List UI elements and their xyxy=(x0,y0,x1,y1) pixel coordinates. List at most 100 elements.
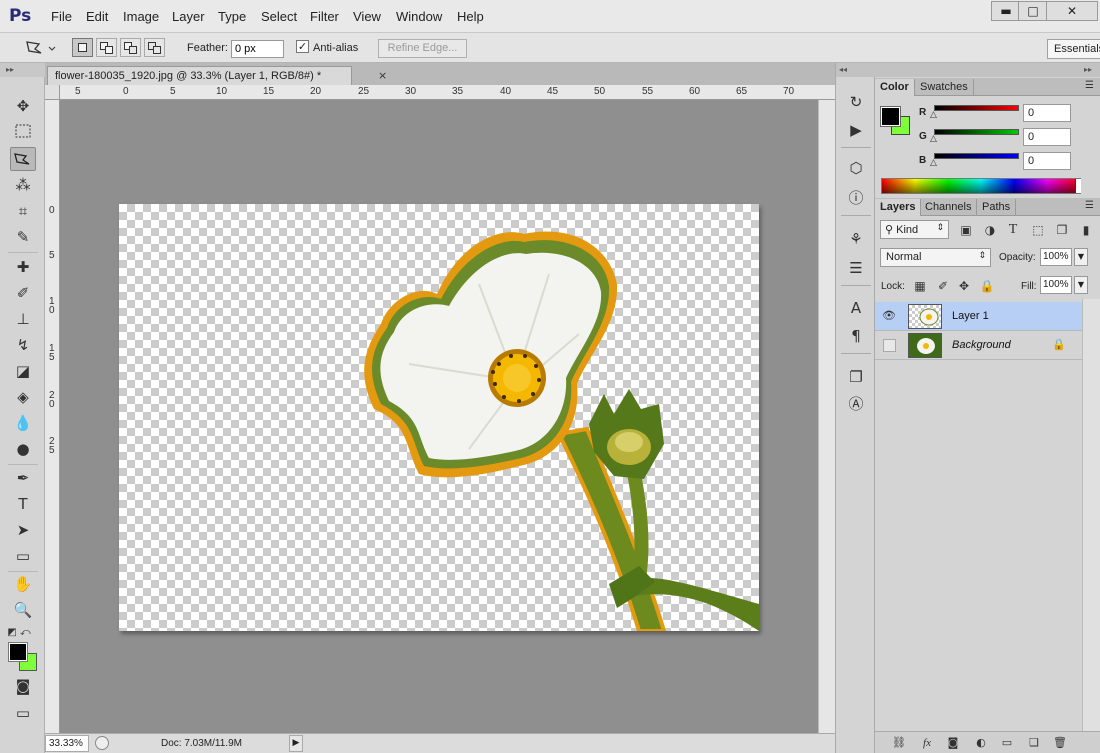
status-menu-arrow[interactable]: ▶ xyxy=(289,735,303,752)
pixel-filter-icon[interactable]: ▣ xyxy=(958,222,974,238)
eraser-tool-icon[interactable]: ◪ xyxy=(10,359,36,383)
canvas-vertical-scrollbar[interactable] xyxy=(818,100,835,733)
screen-mode-icon[interactable]: ▭ xyxy=(10,701,36,725)
swap-colors-icon[interactable]: ◩ ⤺ xyxy=(6,621,32,645)
lock-transparent-pixels-icon[interactable]: ▦ xyxy=(912,278,928,294)
subtract-selection-mode[interactable] xyxy=(120,38,141,57)
delete-layer-icon[interactable]: 🗑 xyxy=(1052,735,1068,751)
quick-mask-icon[interactable]: ◙ xyxy=(10,674,36,698)
character-styles-panel-icon[interactable]: Ⓐ xyxy=(845,393,867,415)
shape-filter-icon[interactable]: ⬚ xyxy=(1030,222,1046,238)
intersect-selection-mode[interactable] xyxy=(144,38,165,57)
add-mask-icon[interactable]: ◙ xyxy=(945,735,961,751)
new-layer-icon[interactable]: ❑ xyxy=(1026,735,1042,751)
foreground-color-swatch[interactable] xyxy=(8,642,28,662)
opacity-input[interactable]: 100% xyxy=(1040,248,1072,266)
anti-alias-checkbox[interactable]: ✓ xyxy=(296,40,309,53)
brush-presets-panel-icon[interactable]: ⚘ xyxy=(845,228,867,250)
fill-dropdown-icon[interactable]: ▼ xyxy=(1074,276,1088,294)
ruler-origin[interactable] xyxy=(45,85,60,100)
tab-paths[interactable]: Paths xyxy=(977,199,1017,216)
visibility-eye-icon[interactable]: 👁 xyxy=(882,310,896,322)
layers-panel-menu-icon[interactable]: ☰ xyxy=(1085,200,1094,211)
new-group-icon[interactable]: ▭ xyxy=(999,735,1015,751)
document-tab[interactable]: flower-180035_1920.jpg @ 33.3% (Layer 1,… xyxy=(47,66,352,85)
menu-edit[interactable]: Edit xyxy=(86,9,108,24)
hand-tool-icon[interactable]: ✋ xyxy=(10,572,36,596)
move-tool-icon[interactable]: ✥ xyxy=(10,94,36,118)
layer-row-background[interactable]: Background 🔒 xyxy=(875,331,1082,360)
blue-slider-thumb[interactable]: △ xyxy=(930,159,940,168)
zoom-tool-icon[interactable]: 🔍 xyxy=(10,598,36,622)
layer-name[interactable]: Layer 1 xyxy=(952,310,989,322)
blue-slider[interactable] xyxy=(934,153,1019,159)
color-panel-menu-icon[interactable]: ☰ xyxy=(1085,80,1094,91)
menu-image[interactable]: Image xyxy=(123,9,159,24)
menu-layer[interactable]: Layer xyxy=(172,9,205,24)
brush-tool-icon[interactable]: ✐ xyxy=(10,281,36,305)
layer-style-icon[interactable]: fx xyxy=(919,735,935,751)
lock-all-icon[interactable]: 🔒 xyxy=(979,278,995,294)
green-slider-thumb[interactable]: △ xyxy=(930,135,940,144)
tab-swatches[interactable]: Swatches xyxy=(915,79,974,96)
link-layers-icon[interactable]: ⛓ xyxy=(891,735,907,751)
red-slider-thumb[interactable]: △ xyxy=(930,111,940,120)
red-value-input[interactable]: 0 xyxy=(1023,104,1071,122)
tab-layers[interactable]: Layers xyxy=(875,199,922,216)
adjustments-panel-icon[interactable]: ☰ xyxy=(845,257,867,279)
visibility-toggle-empty[interactable] xyxy=(883,339,896,352)
paragraph-styles-panel-icon[interactable]: ❐ xyxy=(845,366,867,388)
paint-bucket-tool-icon[interactable]: ◈ xyxy=(10,385,36,409)
dodge-tool-icon[interactable]: ● xyxy=(10,437,36,461)
info-panel-icon[interactable]: ⓘ xyxy=(845,187,867,209)
magic-wand-tool-icon[interactable]: ⁂ xyxy=(10,173,36,197)
lock-image-pixels-icon[interactable]: ✐ xyxy=(935,278,951,294)
zoom-level-field[interactable]: 33.33% xyxy=(45,735,89,752)
menu-window[interactable]: Window xyxy=(396,9,442,24)
menu-help[interactable]: Help xyxy=(457,9,484,24)
color-panel-foreground-swatch[interactable] xyxy=(880,106,901,127)
menu-file[interactable]: File xyxy=(51,9,72,24)
refine-edge-button[interactable]: Refine Edge... xyxy=(378,39,467,58)
status-info-icon[interactable] xyxy=(95,736,109,750)
fill-input[interactable]: 100% xyxy=(1040,276,1072,294)
tools-collapse-handle[interactable]: ▸▸ xyxy=(0,63,45,77)
marquee-tool-icon[interactable] xyxy=(10,120,36,144)
document-canvas[interactable] xyxy=(119,204,759,633)
menu-type[interactable]: Type xyxy=(218,9,246,24)
actions-panel-icon[interactable]: ▶ xyxy=(845,119,867,141)
eyedropper-tool-icon[interactable]: ✎ xyxy=(10,225,36,249)
3d-panel-icon[interactable]: ⬡ xyxy=(845,157,867,179)
close-button[interactable]: ✕ xyxy=(1046,1,1098,21)
blue-value-input[interactable]: 0 xyxy=(1023,152,1071,170)
new-selection-mode[interactable] xyxy=(72,38,93,57)
green-value-input[interactable]: 0 xyxy=(1023,128,1071,146)
layers-scrollbar[interactable] xyxy=(1082,299,1100,731)
smart-object-filter-icon[interactable]: ❐ xyxy=(1054,222,1070,238)
feather-input[interactable] xyxy=(231,40,284,58)
panels-collapse-handle[interactable]: ▸▸ xyxy=(875,63,1100,77)
rectangle-tool-icon[interactable]: ▭ xyxy=(10,544,36,568)
history-brush-tool-icon[interactable]: ↯ xyxy=(10,333,36,357)
color-spectrum-ramp[interactable] xyxy=(881,178,1081,194)
tab-color[interactable]: Color xyxy=(875,79,915,96)
menu-view[interactable]: View xyxy=(353,9,381,24)
canvas-area[interactable] xyxy=(60,100,818,733)
history-panel-icon[interactable]: ↻ xyxy=(845,91,867,113)
workspace-select[interactable]: Essentials xyxy=(1047,39,1100,59)
adjustment-filter-icon[interactable]: ◑ xyxy=(982,222,998,238)
character-panel-icon[interactable]: A xyxy=(845,297,867,319)
polygonal-lasso-preset-icon[interactable] xyxy=(25,39,57,60)
maximize-button[interactable]: □ xyxy=(1018,1,1048,21)
layer-name[interactable]: Background xyxy=(952,339,1011,351)
clone-stamp-tool-icon[interactable]: ⊥ xyxy=(10,307,36,331)
menu-select[interactable]: Select xyxy=(261,9,297,24)
menu-filter[interactable]: Filter xyxy=(310,9,339,24)
blur-tool-icon[interactable]: 💧 xyxy=(10,411,36,435)
layer-filter-kind-select[interactable]: ⚲ Kind ⇕ xyxy=(880,220,949,239)
minimize-button[interactable]: ▬ xyxy=(991,1,1021,21)
new-adjustment-layer-icon[interactable]: ◐ xyxy=(973,735,989,751)
pen-tool-icon[interactable]: ✒ xyxy=(10,466,36,490)
path-selection-tool-icon[interactable]: ➤ xyxy=(10,518,36,542)
type-filter-icon[interactable]: T xyxy=(1005,222,1021,238)
